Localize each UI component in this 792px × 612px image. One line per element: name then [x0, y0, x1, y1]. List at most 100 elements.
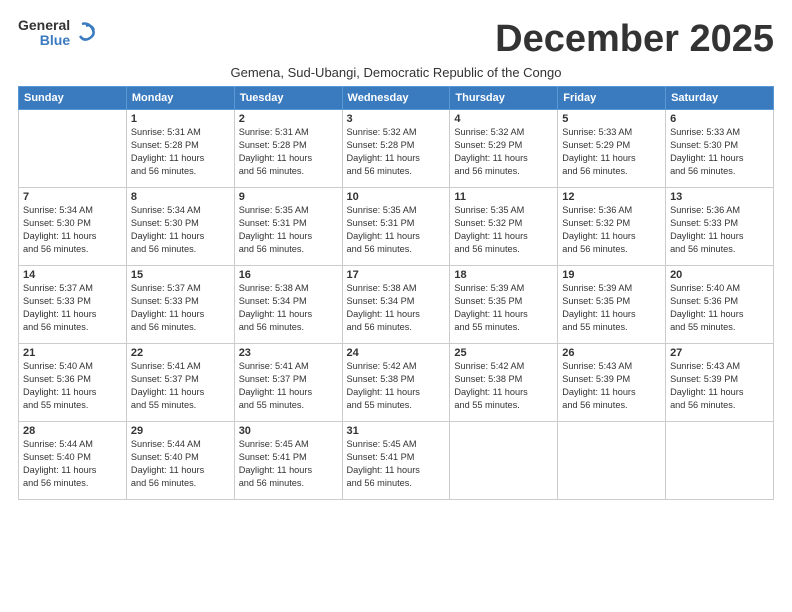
day-info: Sunrise: 5:44 AMSunset: 5:40 PMDaylight:… — [131, 438, 230, 490]
calendar-cell: 31Sunrise: 5:45 AMSunset: 5:41 PMDayligh… — [342, 422, 450, 500]
logo-general: General — [18, 18, 70, 33]
calendar-cell: 25Sunrise: 5:42 AMSunset: 5:38 PMDayligh… — [450, 344, 558, 422]
calendar-cell — [450, 422, 558, 500]
day-info: Sunrise: 5:31 AMSunset: 5:28 PMDaylight:… — [239, 126, 338, 178]
day-info: Sunrise: 5:44 AMSunset: 5:40 PMDaylight:… — [23, 438, 122, 490]
day-number: 6 — [670, 113, 769, 125]
day-info: Sunrise: 5:45 AMSunset: 5:41 PMDaylight:… — [239, 438, 338, 490]
calendar-subtitle: Gemena, Sud-Ubangi, Democratic Republic … — [18, 65, 774, 80]
calendar-cell: 27Sunrise: 5:43 AMSunset: 5:39 PMDayligh… — [666, 344, 774, 422]
day-info: Sunrise: 5:41 AMSunset: 5:37 PMDaylight:… — [131, 360, 230, 412]
calendar-cell: 30Sunrise: 5:45 AMSunset: 5:41 PMDayligh… — [234, 422, 342, 500]
day-info: Sunrise: 5:32 AMSunset: 5:28 PMDaylight:… — [347, 126, 446, 178]
calendar-cell: 11Sunrise: 5:35 AMSunset: 5:32 PMDayligh… — [450, 188, 558, 266]
calendar-cell: 28Sunrise: 5:44 AMSunset: 5:40 PMDayligh… — [19, 422, 127, 500]
day-info: Sunrise: 5:42 AMSunset: 5:38 PMDaylight:… — [454, 360, 553, 412]
calendar-cell: 20Sunrise: 5:40 AMSunset: 5:36 PMDayligh… — [666, 266, 774, 344]
dow-header-monday: Monday — [126, 87, 234, 110]
day-number: 28 — [23, 425, 122, 437]
day-number: 19 — [562, 269, 661, 281]
day-number: 29 — [131, 425, 230, 437]
week-row-3: 21Sunrise: 5:40 AMSunset: 5:36 PMDayligh… — [19, 344, 774, 422]
day-info: Sunrise: 5:31 AMSunset: 5:28 PMDaylight:… — [131, 126, 230, 178]
day-info: Sunrise: 5:35 AMSunset: 5:31 PMDaylight:… — [239, 204, 338, 256]
day-number: 30 — [239, 425, 338, 437]
calendar-cell: 17Sunrise: 5:38 AMSunset: 5:34 PMDayligh… — [342, 266, 450, 344]
header: General Blue December 2025 — [18, 18, 774, 61]
day-info: Sunrise: 5:33 AMSunset: 5:30 PMDaylight:… — [670, 126, 769, 178]
day-info: Sunrise: 5:43 AMSunset: 5:39 PMDaylight:… — [670, 360, 769, 412]
day-info: Sunrise: 5:37 AMSunset: 5:33 PMDaylight:… — [23, 282, 122, 334]
day-number: 16 — [239, 269, 338, 281]
calendar-cell: 22Sunrise: 5:41 AMSunset: 5:37 PMDayligh… — [126, 344, 234, 422]
calendar-cell: 3Sunrise: 5:32 AMSunset: 5:28 PMDaylight… — [342, 110, 450, 188]
calendar-cell: 26Sunrise: 5:43 AMSunset: 5:39 PMDayligh… — [558, 344, 666, 422]
day-number: 2 — [239, 113, 338, 125]
week-row-4: 28Sunrise: 5:44 AMSunset: 5:40 PMDayligh… — [19, 422, 774, 500]
calendar-cell: 4Sunrise: 5:32 AMSunset: 5:29 PMDaylight… — [450, 110, 558, 188]
calendar-cell: 6Sunrise: 5:33 AMSunset: 5:30 PMDaylight… — [666, 110, 774, 188]
day-number: 3 — [347, 113, 446, 125]
day-info: Sunrise: 5:38 AMSunset: 5:34 PMDaylight:… — [239, 282, 338, 334]
logo-blue: Blue — [40, 33, 70, 48]
dow-header-friday: Friday — [558, 87, 666, 110]
day-info: Sunrise: 5:36 AMSunset: 5:32 PMDaylight:… — [562, 204, 661, 256]
week-row-2: 14Sunrise: 5:37 AMSunset: 5:33 PMDayligh… — [19, 266, 774, 344]
calendar-cell: 18Sunrise: 5:39 AMSunset: 5:35 PMDayligh… — [450, 266, 558, 344]
day-number: 20 — [670, 269, 769, 281]
day-number: 22 — [131, 347, 230, 359]
day-number: 1 — [131, 113, 230, 125]
logo: General Blue — [18, 18, 96, 49]
day-number: 31 — [347, 425, 446, 437]
day-info: Sunrise: 5:40 AMSunset: 5:36 PMDaylight:… — [23, 360, 122, 412]
dow-header-sunday: Sunday — [19, 87, 127, 110]
calendar-cell: 2Sunrise: 5:31 AMSunset: 5:28 PMDaylight… — [234, 110, 342, 188]
week-row-0: 1Sunrise: 5:31 AMSunset: 5:28 PMDaylight… — [19, 110, 774, 188]
calendar-cell: 15Sunrise: 5:37 AMSunset: 5:33 PMDayligh… — [126, 266, 234, 344]
day-info: Sunrise: 5:39 AMSunset: 5:35 PMDaylight:… — [562, 282, 661, 334]
day-info: Sunrise: 5:32 AMSunset: 5:29 PMDaylight:… — [454, 126, 553, 178]
day-info: Sunrise: 5:34 AMSunset: 5:30 PMDaylight:… — [23, 204, 122, 256]
calendar-cell: 8Sunrise: 5:34 AMSunset: 5:30 PMDaylight… — [126, 188, 234, 266]
day-number: 5 — [562, 113, 661, 125]
day-info: Sunrise: 5:34 AMSunset: 5:30 PMDaylight:… — [131, 204, 230, 256]
week-row-1: 7Sunrise: 5:34 AMSunset: 5:30 PMDaylight… — [19, 188, 774, 266]
day-number: 7 — [23, 191, 122, 203]
day-info: Sunrise: 5:37 AMSunset: 5:33 PMDaylight:… — [131, 282, 230, 334]
calendar-table: SundayMondayTuesdayWednesdayThursdayFrid… — [18, 86, 774, 500]
day-number: 18 — [454, 269, 553, 281]
day-number: 14 — [23, 269, 122, 281]
calendar-cell: 9Sunrise: 5:35 AMSunset: 5:31 PMDaylight… — [234, 188, 342, 266]
calendar-cell: 19Sunrise: 5:39 AMSunset: 5:35 PMDayligh… — [558, 266, 666, 344]
calendar-cell: 23Sunrise: 5:41 AMSunset: 5:37 PMDayligh… — [234, 344, 342, 422]
day-number: 23 — [239, 347, 338, 359]
calendar-cell: 16Sunrise: 5:38 AMSunset: 5:34 PMDayligh… — [234, 266, 342, 344]
day-number: 15 — [131, 269, 230, 281]
day-number: 26 — [562, 347, 661, 359]
dow-header-tuesday: Tuesday — [234, 87, 342, 110]
day-info: Sunrise: 5:38 AMSunset: 5:34 PMDaylight:… — [347, 282, 446, 334]
dow-header-thursday: Thursday — [450, 87, 558, 110]
day-info: Sunrise: 5:42 AMSunset: 5:38 PMDaylight:… — [347, 360, 446, 412]
logo-wave-icon — [74, 20, 96, 47]
day-info: Sunrise: 5:43 AMSunset: 5:39 PMDaylight:… — [562, 360, 661, 412]
day-info: Sunrise: 5:40 AMSunset: 5:36 PMDaylight:… — [670, 282, 769, 334]
calendar-cell: 21Sunrise: 5:40 AMSunset: 5:36 PMDayligh… — [19, 344, 127, 422]
day-info: Sunrise: 5:39 AMSunset: 5:35 PMDaylight:… — [454, 282, 553, 334]
day-number: 8 — [131, 191, 230, 203]
dow-header-wednesday: Wednesday — [342, 87, 450, 110]
calendar-cell: 7Sunrise: 5:34 AMSunset: 5:30 PMDaylight… — [19, 188, 127, 266]
day-info: Sunrise: 5:33 AMSunset: 5:29 PMDaylight:… — [562, 126, 661, 178]
dow-header-saturday: Saturday — [666, 87, 774, 110]
day-number: 24 — [347, 347, 446, 359]
day-number: 13 — [670, 191, 769, 203]
calendar-cell: 13Sunrise: 5:36 AMSunset: 5:33 PMDayligh… — [666, 188, 774, 266]
day-number: 10 — [347, 191, 446, 203]
day-info: Sunrise: 5:35 AMSunset: 5:31 PMDaylight:… — [347, 204, 446, 256]
calendar-cell: 10Sunrise: 5:35 AMSunset: 5:31 PMDayligh… — [342, 188, 450, 266]
calendar-cell: 5Sunrise: 5:33 AMSunset: 5:29 PMDaylight… — [558, 110, 666, 188]
calendar-cell: 1Sunrise: 5:31 AMSunset: 5:28 PMDaylight… — [126, 110, 234, 188]
day-info: Sunrise: 5:35 AMSunset: 5:32 PMDaylight:… — [454, 204, 553, 256]
calendar-cell: 24Sunrise: 5:42 AMSunset: 5:38 PMDayligh… — [342, 344, 450, 422]
day-info: Sunrise: 5:36 AMSunset: 5:33 PMDaylight:… — [670, 204, 769, 256]
